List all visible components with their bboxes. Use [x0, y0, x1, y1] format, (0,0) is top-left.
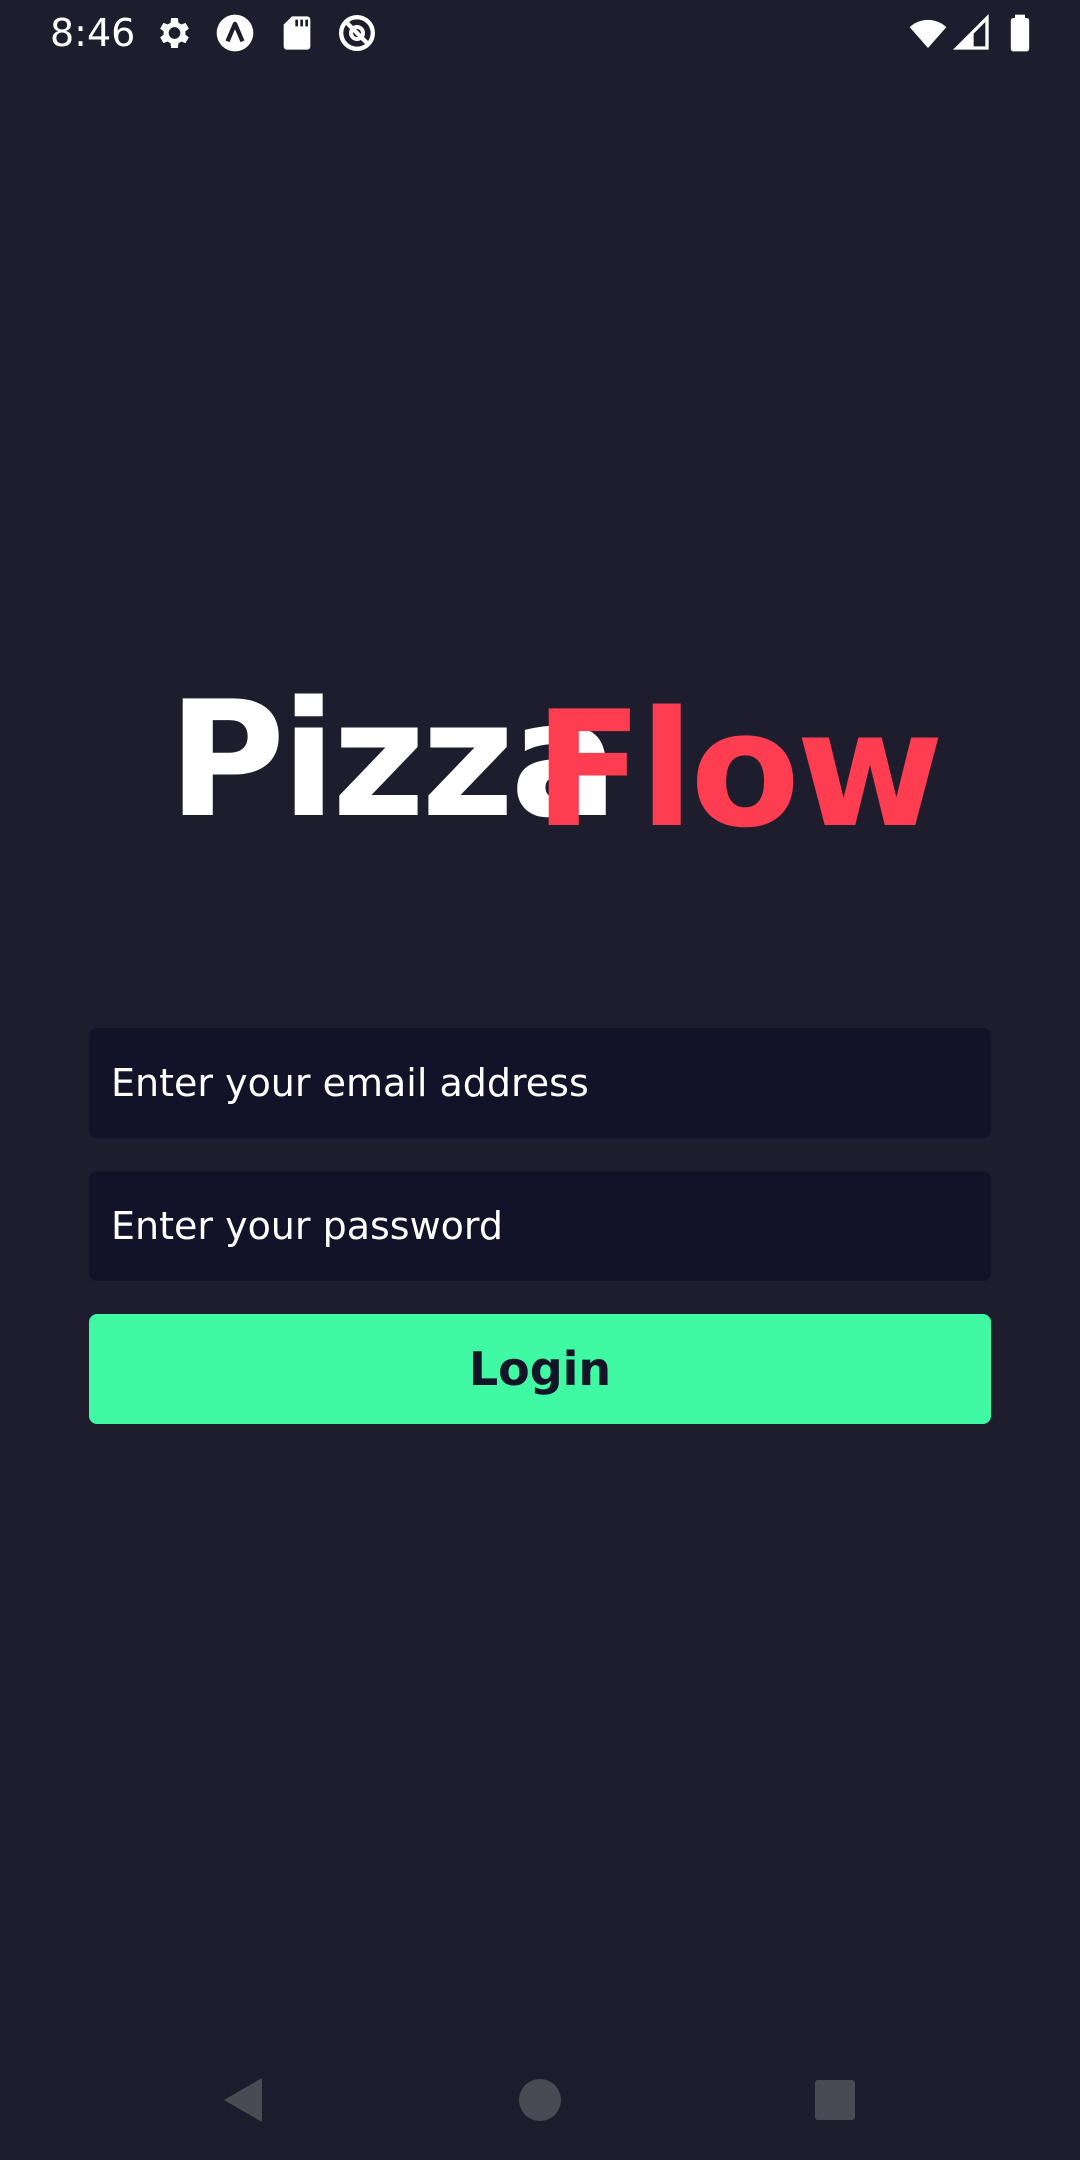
- signal-icon: [952, 13, 992, 53]
- no-tracking-icon: [337, 13, 377, 53]
- status-time: 8:46: [50, 11, 136, 55]
- status-bar: 8:46: [0, 0, 1080, 66]
- home-icon[interactable]: [510, 2070, 570, 2130]
- login-button[interactable]: Login: [89, 1314, 991, 1424]
- email-field[interactable]: [89, 1028, 991, 1138]
- back-icon[interactable]: [212, 2070, 272, 2130]
- login-screen: 8:46 Pizza Flow Login: [0, 0, 1080, 2160]
- battery-icon: [1000, 13, 1040, 53]
- logo-text-flow: Flow: [534, 676, 944, 863]
- app-a-icon: [215, 13, 255, 53]
- wifi-icon: [908, 13, 948, 53]
- gear-icon: [153, 13, 193, 53]
- password-field[interactable]: [89, 1171, 991, 1281]
- recents-icon[interactable]: [805, 2070, 865, 2130]
- navigation-bar: [0, 2040, 1080, 2160]
- app-logo: Pizza Flow: [168, 680, 944, 850]
- sd-card-icon: [277, 13, 317, 53]
